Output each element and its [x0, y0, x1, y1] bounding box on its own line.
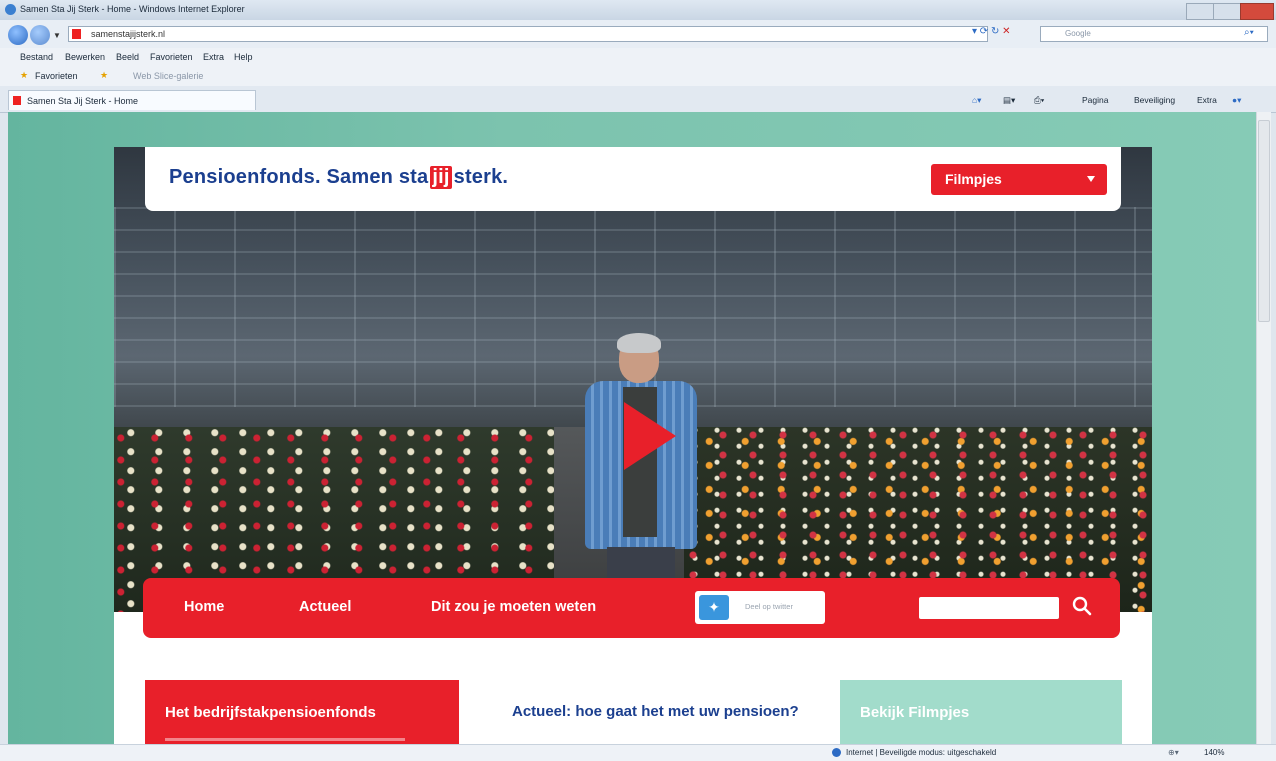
play-icon[interactable]	[624, 402, 676, 470]
menu-bewerken[interactable]: Bewerken	[65, 52, 105, 62]
zoom-icon[interactable]: ⊕▾	[1168, 748, 1179, 757]
home-icon[interactable]: ⌂▾	[972, 95, 981, 106]
print-icon[interactable]: ⎙▾	[1034, 95, 1044, 106]
address-input[interactable]: samenstajijsterk.nl	[68, 26, 988, 42]
forward-button[interactable]	[30, 25, 50, 45]
logo-sterk: sterk.	[453, 166, 509, 188]
history-dropdown-icon[interactable]: ▼	[53, 31, 61, 40]
menu-help[interactable]: Help	[234, 52, 253, 62]
search-input[interactable]: Google	[1040, 26, 1268, 42]
site-favicon-icon	[72, 29, 81, 39]
menu-beeld[interactable]: Beeld	[116, 52, 139, 62]
bekijk-filmpjes-block[interactable]: Bekijk Filmpjes	[840, 680, 1122, 744]
nav-dit-zou-je-moeten-weten[interactable]: Dit zou je moeten weten	[431, 599, 596, 615]
favorites-button[interactable]: Favorieten	[35, 71, 78, 81]
filmpjes-dropdown[interactable]: Filmpjes	[931, 164, 1107, 195]
tab-title: Samen Sta Jij Sterk - Home	[27, 96, 139, 106]
site-search-input[interactable]	[919, 597, 1059, 619]
status-bar: Internet | Beveiligde modus: uitgeschake…	[0, 744, 1276, 761]
share-twitter-label: Deel op twitter	[745, 602, 793, 611]
tab-home[interactable]: Samen Sta Jij Sterk - Home	[8, 90, 256, 110]
search-icon[interactable]	[1071, 595, 1093, 617]
security-zone-status[interactable]: Internet | Beveiligde modus: uitgeschake…	[846, 748, 996, 757]
zoom-level[interactable]: 140%	[1204, 748, 1224, 757]
menu-extra[interactable]: Extra	[203, 52, 224, 62]
menu-bar: Bestand Bewerken Beeld Favorieten Extra …	[0, 48, 1276, 66]
favorites-bar: ★ Favorieten ★ Web Slice-galerie	[0, 66, 1276, 86]
favorites-star-icon: ★	[20, 70, 29, 80]
man-in-greenhouse-image	[577, 333, 705, 612]
window-controls	[1186, 3, 1274, 20]
web-slice-gallery[interactable]: Web Slice-galerie	[133, 71, 203, 81]
maximize-button[interactable]	[1213, 3, 1241, 20]
logo-pensioenfonds: Pensioenfonds.	[169, 166, 321, 188]
site-header: Pensioenfonds. Samen sta jij sterk. Filmpj…	[145, 147, 1121, 211]
site-logo[interactable]: Pensioenfonds. Samen sta jij sterk.	[169, 166, 508, 189]
globe-icon	[832, 748, 841, 757]
tab-bar: Samen Sta Jij Sterk - Home ⌂▾ ▤▾ ⎙▾ Pagi…	[0, 86, 1276, 113]
main-nav: Home Actueel Dit zou je moeten weten ✦ D…	[143, 578, 1120, 638]
ie-logo-icon	[5, 4, 16, 15]
filmpjes-label: Filmpjes	[945, 171, 1002, 187]
chevron-down-icon	[1087, 176, 1095, 182]
pensioenfonds-block-text	[165, 738, 405, 741]
feeds-icon[interactable]: ▤▾	[1003, 95, 1015, 106]
address-toolbar: ▼ samenstajijsterk.nl ▾ ⟳ ↻ ✕ Google ⌕▾	[0, 20, 1276, 48]
nav-actueel[interactable]: Actueel	[299, 599, 351, 615]
menu-favorieten[interactable]: Favorieten	[150, 52, 193, 62]
pensioenfonds-block-title: Het bedrijfstakpensioenfonds	[165, 704, 376, 721]
page-viewport: Pensioenfonds. Samen sta jij sterk. Filmpj…	[8, 112, 1256, 744]
window-titlebar: Samen Sta Jij Sterk - Home - Windows Int…	[0, 0, 1276, 20]
nav-home[interactable]: Home	[184, 599, 224, 615]
menu-pagina[interactable]: Pagina	[1082, 95, 1108, 105]
pensioenfonds-block[interactable]: Het bedrijfstakpensioenfonds	[145, 680, 459, 744]
tab-favicon-icon	[13, 96, 21, 105]
bekijk-filmpjes-title: Bekijk Filmpjes	[860, 704, 970, 721]
close-window-button[interactable]	[1240, 3, 1274, 20]
back-button[interactable]	[8, 25, 28, 45]
share-twitter-button[interactable]: ✦ Deel op twitter	[695, 591, 825, 624]
minimize-button[interactable]	[1186, 3, 1214, 20]
help-icon[interactable]: ●▾	[1232, 95, 1241, 106]
menu-beveiliging[interactable]: Beveiliging	[1134, 95, 1175, 105]
logo-samen-sta: Samen sta	[326, 166, 429, 188]
refresh-stop-buttons[interactable]: ▾ ⟳ ↻ ✕	[972, 26, 1034, 42]
logo-jij: jij	[430, 166, 452, 189]
actueel-heading[interactable]: Actueel: hoe gaat het met uw pensioen?	[512, 702, 812, 722]
menu-extra-cmd[interactable]: Extra	[1197, 95, 1217, 105]
window-title: Samen Sta Jij Sterk - Home - Windows Int…	[20, 4, 245, 14]
search-icon[interactable]: ⌕▾	[1244, 27, 1254, 38]
twitter-bird-icon: ✦	[699, 595, 729, 620]
add-favorite-icon[interactable]: ★	[100, 70, 108, 81]
scrollbar-thumb[interactable]	[1258, 120, 1270, 322]
hero-video[interactable]	[114, 147, 1152, 612]
menu-bestand[interactable]: Bestand	[20, 52, 53, 62]
